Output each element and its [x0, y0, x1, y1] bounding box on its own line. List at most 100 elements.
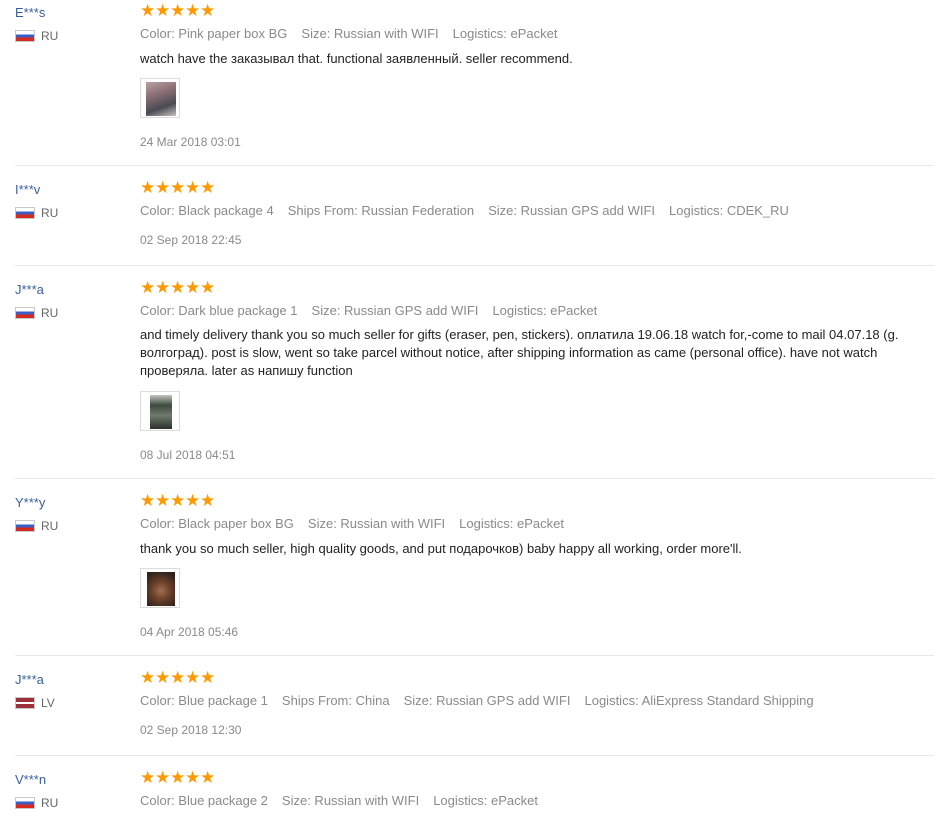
star-rating: ★ ★ ★ ★ ★: [140, 669, 934, 687]
reviewer-name[interactable]: J***a: [15, 672, 135, 688]
star-icon: ★: [140, 491, 156, 510]
attr-logistics: Logistics: CDEK_RU: [669, 203, 789, 218]
reviewer-country: LV: [15, 696, 135, 710]
star-icon: ★: [155, 278, 171, 297]
attr-ships-from: Ships From: China: [281, 693, 390, 708]
divider: [15, 165, 934, 166]
review-item: V***n RU ★ ★ ★ ★ ★ Color: Blue package 2 Size…: [15, 768, 934, 816]
star-icon: ★: [185, 178, 201, 197]
reviewer-country: RU: [15, 796, 135, 810]
attr-logistics: Logistics: ePacket: [492, 303, 598, 318]
attr-color: Color: Blue package 1: [140, 693, 268, 708]
attr-logistics: Logistics: ePacket: [452, 26, 558, 41]
star-icon: ★: [170, 1, 186, 20]
star-icon: ★: [155, 768, 171, 787]
reviewer-name[interactable]: I***v: [15, 182, 135, 198]
attr-size: Size: Russian GPS add WIFI: [403, 693, 571, 708]
attr-color: Color: Pink paper box BG: [140, 26, 288, 41]
photo-image: [147, 572, 175, 606]
star-icon: ★: [170, 178, 186, 197]
attr-color: Color: Dark blue package 1: [140, 303, 298, 318]
review-photo-thumbnail[interactable]: [140, 78, 180, 118]
star-icon: ★: [185, 768, 201, 787]
attr-size: Size: Russian GPS add WIFI: [311, 303, 479, 318]
russia-flag-icon: [15, 797, 35, 809]
latvia-flag-icon: [15, 697, 35, 709]
reviewer-country: RU: [15, 29, 135, 43]
review-text: watch have the заказывал that. functiona…: [140, 51, 573, 66]
star-rating: ★ ★ ★ ★ ★: [140, 179, 934, 197]
star-icon: ★: [200, 278, 216, 297]
star-rating: ★ ★ ★ ★ ★: [140, 279, 934, 297]
star-icon: ★: [140, 668, 156, 687]
star-icon: ★: [155, 1, 171, 20]
star-icon: ★: [140, 178, 156, 197]
divider: [15, 755, 934, 756]
review-photo-thumbnail[interactable]: [140, 568, 180, 608]
divider: [15, 478, 934, 479]
review-item: J***a RU ★ ★ ★ ★ ★ Color: Dark blue package …: [15, 279, 934, 479]
country-code: RU: [41, 206, 59, 220]
review-body: ★ ★ ★ ★ ★ Color: Black paper box BG Size: Rus…: [140, 492, 934, 639]
star-icon: ★: [140, 768, 156, 787]
russia-flag-icon: [15, 207, 35, 219]
order-attributes: Color: Blue package 2 Size: Russian with …: [140, 793, 934, 809]
photo-image: [146, 82, 176, 116]
star-icon: ★: [200, 1, 216, 20]
star-icon: ★: [170, 768, 186, 787]
order-attributes: Color: Pink paper box BG Size: Russian wi…: [140, 26, 934, 42]
review-item: I***v RU ★ ★ ★ ★ ★ Color: Black package 4 Shi…: [15, 179, 934, 266]
country-code: RU: [41, 29, 59, 43]
reviewer-info: E***s RU: [15, 5, 135, 43]
review-item: Y***y RU ★ ★ ★ ★ ★ Color: Black paper box BG…: [15, 492, 934, 656]
reviewer-info: Y***y RU: [15, 495, 135, 533]
reviewer-name[interactable]: J***a: [15, 282, 135, 298]
reviewer-info: J***a RU: [15, 282, 135, 320]
review-body: ★ ★ ★ ★ ★ Color: Pink paper box BG Size: Russ…: [140, 1, 934, 149]
star-icon: ★: [200, 491, 216, 510]
review-body: ★ ★ ★ ★ ★ Color: Dark blue package 1 Size: Ru…: [140, 279, 934, 462]
attr-logistics: Logistics: ePacket: [433, 793, 538, 808]
order-attributes: Color: Blue package 1 Ships From: China Si…: [140, 693, 934, 709]
attr-size: Size: Russian GPS add WIFI: [488, 203, 656, 218]
review-body: ★ ★ ★ ★ ★ Color: Black package 4 Ships From: …: [140, 179, 934, 248]
review-date: 02 Sep 2018 12:30: [140, 723, 242, 737]
review-item: J***a LV ★ ★ ★ ★ ★ Color: Blue package 1 Ship…: [15, 669, 934, 756]
photo-image: [150, 395, 172, 429]
reviewer-info: V***n RU: [15, 772, 135, 810]
reviewer-info: I***v RU: [15, 182, 135, 220]
star-icon: ★: [185, 278, 201, 297]
country-code: LV: [41, 696, 55, 710]
star-icon: ★: [200, 178, 216, 197]
star-icon: ★: [155, 178, 171, 197]
reviewer-name[interactable]: V***n: [15, 772, 135, 788]
reviewer-name[interactable]: Y***y: [15, 495, 135, 511]
divider: [15, 655, 934, 656]
review-text: and timely delivery thank you so much se…: [140, 327, 899, 378]
attr-color: Color: Black package 4: [140, 203, 274, 218]
star-icon: ★: [185, 491, 201, 510]
star-icon: ★: [170, 491, 186, 510]
star-rating: ★ ★ ★ ★ ★: [140, 492, 934, 510]
star-icon: ★: [170, 278, 186, 297]
review-body: ★ ★ ★ ★ ★ Color: Blue package 1 Ships From: C…: [140, 669, 934, 738]
star-icon: ★: [170, 668, 186, 687]
review-date: 02 Sep 2018 22:45: [140, 233, 242, 247]
reviewer-country: RU: [15, 519, 135, 533]
star-icon: ★: [185, 668, 201, 687]
order-attributes: Color: Dark blue package 1 Size: Russian …: [140, 303, 934, 319]
star-icon: ★: [155, 668, 171, 687]
order-attributes: Color: Black package 4 Ships From: Russia…: [140, 203, 934, 219]
attr-ships-from: Ships From: Russian Federation: [287, 203, 475, 218]
review-photo-thumbnail[interactable]: [140, 391, 180, 431]
reviewer-country: RU: [15, 206, 135, 220]
attr-color: Color: Blue package 2: [140, 793, 268, 808]
country-code: RU: [41, 796, 59, 810]
reviewer-country: RU: [15, 306, 135, 320]
star-icon: ★: [155, 491, 171, 510]
reviewer-name[interactable]: E***s: [15, 5, 135, 21]
russia-flag-icon: [15, 307, 35, 319]
review-body: ★ ★ ★ ★ ★ Color: Blue package 2 Size: Russian…: [140, 768, 934, 809]
russia-flag-icon: [15, 520, 35, 532]
order-attributes: Color: Black paper box BG Size: Russian w…: [140, 516, 934, 532]
